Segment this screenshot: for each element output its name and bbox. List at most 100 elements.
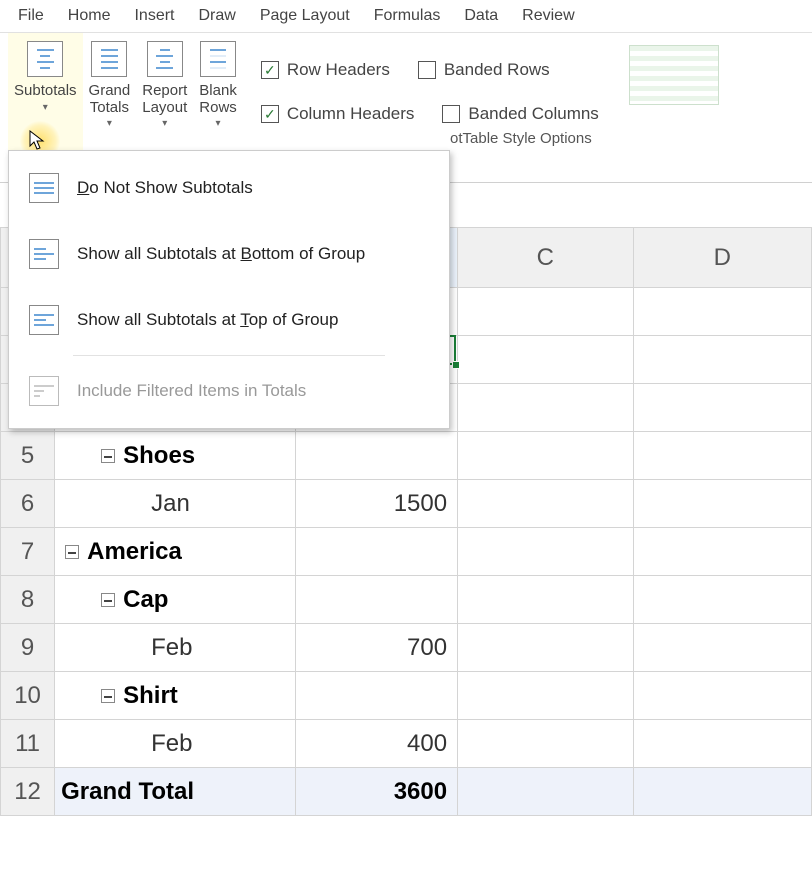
- grand-totals-icon: [91, 41, 127, 77]
- menu-bar: File Home Insert Draw Page Layout Formul…: [0, 0, 812, 32]
- cell-d[interactable]: [633, 624, 811, 672]
- blank-rows-icon: [200, 41, 236, 77]
- cell-d[interactable]: [633, 576, 811, 624]
- menu-file[interactable]: File: [18, 3, 68, 29]
- collapse-icon[interactable]: [101, 689, 115, 703]
- row-headers-label: Row Headers: [287, 60, 390, 80]
- dd-label: Include Filtered Items in Totals: [77, 381, 306, 401]
- cell-a[interactable]: America: [55, 528, 296, 576]
- cell-b[interactable]: [295, 528, 457, 576]
- cell-b[interactable]: [295, 432, 457, 480]
- subtotals-top-icon: [29, 305, 59, 335]
- menu-insert[interactable]: Insert: [134, 3, 198, 29]
- banded-rows-checkbox[interactable]: Banded Rows: [418, 60, 550, 80]
- cell-d[interactable]: [633, 432, 811, 480]
- row-headers-checkbox[interactable]: ✓ Row Headers: [261, 60, 390, 80]
- report-layout-button[interactable]: Report Layout ▾: [136, 33, 193, 150]
- cell-a[interactable]: Shoes: [55, 432, 296, 480]
- cell-text: Feb: [151, 634, 192, 661]
- collapse-icon[interactable]: [101, 449, 115, 463]
- cell-b[interactable]: 700: [295, 624, 457, 672]
- row-header[interactable]: 6: [1, 480, 55, 528]
- dropdown-separator: [73, 355, 385, 356]
- checkbox-unchecked-icon: [442, 105, 460, 123]
- banded-columns-label: Banded Columns: [468, 104, 598, 124]
- subtotals-button[interactable]: Subtotals ▾: [8, 33, 83, 150]
- column-header-d[interactable]: D: [633, 228, 811, 288]
- subtotals-bottom-item[interactable]: Show all Subtotals at Bottom of Group: [9, 221, 449, 287]
- cell-c[interactable]: [458, 576, 633, 624]
- table-row[interactable]: 12Grand Total3600: [1, 768, 812, 816]
- banded-columns-checkbox[interactable]: Banded Columns: [442, 104, 598, 124]
- subtotals-top-item[interactable]: Show all Subtotals at Top of Group: [9, 287, 449, 353]
- cell-c[interactable]: [458, 384, 633, 432]
- cell-d[interactable]: [633, 768, 811, 816]
- cell-a[interactable]: Cap: [55, 576, 296, 624]
- cell-d[interactable]: [633, 480, 811, 528]
- row-header[interactable]: 10: [1, 672, 55, 720]
- report-layout-label: Report Layout: [142, 83, 187, 116]
- cell-text: Shirt: [123, 682, 178, 709]
- cell-b[interactable]: 3600: [295, 768, 457, 816]
- row-header[interactable]: 12: [1, 768, 55, 816]
- cell-d[interactable]: [633, 720, 811, 768]
- cell-text: America: [87, 538, 182, 565]
- do-not-show-subtotals-item[interactable]: Do Not Show Subtotals: [9, 155, 449, 221]
- menu-draw[interactable]: Draw: [198, 3, 259, 29]
- table-row[interactable]: 7 America: [1, 528, 812, 576]
- menu-home[interactable]: Home: [68, 3, 135, 29]
- blank-rows-button[interactable]: Blank Rows ▾: [193, 33, 243, 150]
- cell-c[interactable]: [458, 672, 633, 720]
- menu-page-layout[interactable]: Page Layout: [260, 3, 374, 29]
- row-header[interactable]: 11: [1, 720, 55, 768]
- style-thumbnail[interactable]: [629, 45, 719, 105]
- menu-data[interactable]: Data: [464, 3, 522, 29]
- column-headers-label: Column Headers: [287, 104, 415, 124]
- row-header[interactable]: 9: [1, 624, 55, 672]
- cell-d[interactable]: [633, 384, 811, 432]
- table-row[interactable]: 10 Shirt: [1, 672, 812, 720]
- cell-b[interactable]: [295, 576, 457, 624]
- dd-label: Do Not Show Subtotals: [77, 178, 253, 198]
- cell-b[interactable]: 400: [295, 720, 457, 768]
- dd-label: Show all Subtotals at Bottom of Group: [77, 244, 365, 264]
- cell-c[interactable]: [458, 432, 633, 480]
- table-row[interactable]: 9 Feb 700: [1, 624, 812, 672]
- grand-totals-button[interactable]: Grand Totals ▾: [83, 33, 137, 150]
- table-row[interactable]: 5 Shoes: [1, 432, 812, 480]
- row-header[interactable]: 5: [1, 432, 55, 480]
- cell-c[interactable]: [458, 528, 633, 576]
- grand-totals-label: Grand Totals: [89, 83, 131, 116]
- banded-rows-label: Banded Rows: [444, 60, 550, 80]
- cell-c[interactable]: [458, 480, 633, 528]
- blank-rows-label: Blank Rows: [199, 83, 237, 116]
- cell-c[interactable]: [458, 768, 633, 816]
- cell-b[interactable]: [295, 672, 457, 720]
- cell-c[interactable]: [458, 624, 633, 672]
- cell-d[interactable]: [633, 672, 811, 720]
- cell-b[interactable]: 1500: [295, 480, 457, 528]
- subtotals-bottom-icon: [29, 239, 59, 269]
- table-row[interactable]: 8Cap: [1, 576, 812, 624]
- column-headers-checkbox[interactable]: ✓ Column Headers: [261, 104, 415, 124]
- row-header[interactable]: 7: [1, 528, 55, 576]
- cell-d[interactable]: [633, 528, 811, 576]
- cell-a[interactable]: Feb: [55, 720, 296, 768]
- chevron-down-icon: ▾: [107, 118, 112, 129]
- cell-a[interactable]: Shirt: [55, 672, 296, 720]
- cell-c[interactable]: [458, 720, 633, 768]
- menu-formulas[interactable]: Formulas: [374, 3, 465, 29]
- cell-text: Shoes: [123, 442, 195, 469]
- menu-review[interactable]: Review: [522, 3, 598, 29]
- collapse-icon[interactable]: [101, 593, 115, 607]
- cell-a[interactable]: Grand Total: [55, 768, 296, 816]
- dd-label: Show all Subtotals at Top of Group: [77, 310, 338, 330]
- cell-a[interactable]: Feb: [55, 624, 296, 672]
- table-row[interactable]: 11Feb400: [1, 720, 812, 768]
- cell-a[interactable]: Jan: [55, 480, 296, 528]
- column-header-c[interactable]: C: [458, 228, 633, 288]
- row-header[interactable]: 8: [1, 576, 55, 624]
- ribbon: Subtotals ▾ Grand Totals ▾ Report Layout…: [0, 32, 812, 150]
- table-row[interactable]: 6Jan1500: [1, 480, 812, 528]
- collapse-icon[interactable]: [65, 545, 79, 559]
